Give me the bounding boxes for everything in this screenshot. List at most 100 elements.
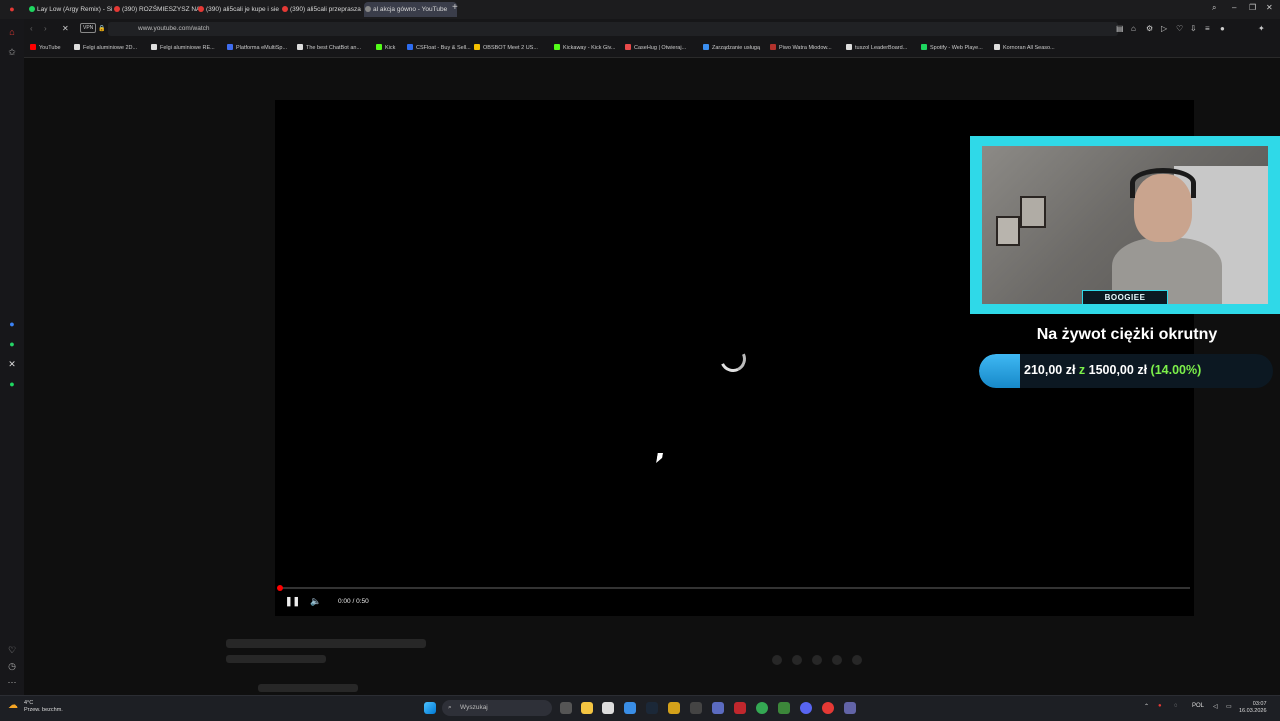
pause-button[interactable]: ❚❚ (285, 596, 300, 607)
clock[interactable]: 03:07 16.03.2026 (1239, 701, 1267, 715)
profile-icon[interactable]: ● (1220, 24, 1225, 33)
url-field[interactable]: 🔒 www.youtube.com/watch (98, 22, 1118, 36)
weather-widget[interactable]: 4°C Przew. bezchm. (24, 700, 63, 714)
messenger-icon[interactable]: ● (7, 319, 17, 329)
bookmark-item[interactable]: Kornoran All Seaso... (994, 44, 1055, 51)
opera-logo-icon[interactable]: ● (7, 4, 17, 14)
tray-chevron-icon[interactable]: ⌃ (1144, 703, 1149, 710)
heart-icon[interactable]: ♡ (1176, 24, 1183, 33)
lock-icon: 🔒 (98, 26, 106, 32)
bookmark-favicon-icon (376, 44, 382, 50)
store-icon[interactable] (602, 702, 614, 714)
bookmark-item[interactable]: Platforma eMultiSp... (227, 44, 287, 51)
goal-percent: (14.00%) (1150, 363, 1202, 377)
bookmark-favicon-icon (770, 44, 776, 50)
history-icon[interactable]: ◷ (7, 661, 17, 671)
progress-knob[interactable] (277, 585, 283, 591)
whatsapp-icon[interactable]: ● (7, 339, 17, 349)
more-icon[interactable]: ⋯ (7, 677, 17, 687)
search-tabs-icon[interactable]: ⌕ (1212, 3, 1216, 13)
spotify-sidebar-icon[interactable]: ● (7, 379, 17, 389)
app-icon-2[interactable] (668, 702, 680, 714)
bookmark-item[interactable]: Felgi aluminiowe RE... (151, 44, 215, 51)
url-text: www.youtube.com/watch (138, 25, 210, 32)
tab-1[interactable]: Lay Low (Argy Remix) - Si (28, 2, 117, 17)
close-button[interactable]: ✕ (1266, 3, 1273, 12)
camera-icon[interactable]: ⌂ (1131, 24, 1136, 33)
bookmark-item[interactable]: The best ChatBot an... (297, 44, 361, 51)
bookmark-item[interactable]: OBSBOT Meet 2 US... (474, 44, 538, 51)
app-icon-1[interactable] (624, 702, 636, 714)
tray-app-icon[interactable]: ● (1158, 703, 1162, 709)
vpn-badge[interactable]: VPN (80, 23, 97, 33)
steam-icon[interactable] (646, 702, 658, 714)
bookmark-item[interactable]: Kickaway - Kick Giv... (554, 44, 615, 51)
teams-icon[interactable] (844, 702, 856, 714)
file-explorer-icon[interactable] (581, 702, 593, 714)
bookmark-label: Felgi aluminiowe 2D... (83, 45, 138, 51)
maximize-button[interactable]: ❐ (1249, 3, 1256, 12)
chrome-icon[interactable] (756, 702, 768, 714)
home-icon[interactable]: ⌂ (7, 27, 17, 37)
tray-network-icon[interactable]: ◌ (1174, 703, 1178, 709)
goal-separator: z (1078, 363, 1086, 377)
progress-bar[interactable] (277, 585, 1190, 591)
bookmark-item[interactable]: CaseHug | Otwieraj... (625, 44, 686, 51)
bookmark-label: Kick (385, 45, 396, 51)
bookmark-item[interactable]: YouTube (30, 44, 61, 51)
bookmark-item[interactable]: Piwo Watra Miodow... (770, 44, 832, 51)
tab-3[interactable]: (390) ali5cali je kupe i sie (197, 2, 286, 17)
xbox-icon[interactable] (778, 702, 790, 714)
bookmark-item[interactable]: CSFloat - Buy & Sell... (407, 44, 471, 51)
bookmark-label: Kornoran All Seaso... (1003, 45, 1055, 51)
back-icon[interactable]: ‹ (30, 24, 33, 33)
battery-icon[interactable]: ▭ (1226, 703, 1232, 710)
spotify-icon (29, 6, 35, 12)
extensions-icon[interactable]: ▤ (1116, 24, 1124, 33)
minimize-button[interactable]: – (1232, 3, 1236, 12)
bookmark-label: CaseHug | Otwieraj... (634, 45, 687, 51)
x-twitter-icon[interactable]: ✕ (7, 359, 17, 369)
bookmark-item[interactable]: Spotify - Web Playe... (921, 44, 983, 51)
bookmark-item[interactable]: Kick (376, 44, 395, 51)
speed-dial-icon[interactable]: ✩ (7, 47, 17, 57)
menu-icon[interactable]: ≡ (1205, 24, 1210, 33)
app-icon-4[interactable] (712, 702, 724, 714)
play-icon[interactable]: ▷ (1161, 24, 1167, 33)
opera-gx-icon[interactable] (734, 702, 746, 714)
app-icon-3[interactable] (690, 702, 702, 714)
app-icon-5[interactable] (822, 702, 834, 714)
donation-goal-text: 210,00 zł z 1500,00 zł (14.00%) (1024, 363, 1201, 377)
title-skeleton (226, 639, 426, 648)
tab-2[interactable]: (390) ROZŚMIESZYSZ NA (113, 2, 202, 17)
bookmark-item[interactable]: tuszol LeaderBoard... (846, 44, 907, 51)
search-icon: ⌕ (448, 704, 452, 711)
tab-5-active[interactable]: al akcja gówno - YouTube (364, 2, 457, 17)
webcam-overlay (970, 136, 1280, 314)
streamer-name-badge: BOOGIEE (1082, 290, 1168, 305)
settings-icon[interactable]: ⚙ (1146, 24, 1153, 33)
bookmark-item[interactable]: Zarządzanie usługą (703, 44, 760, 51)
speaker-icon[interactable]: ◁ (1213, 703, 1218, 710)
bookmark-favicon-icon (227, 44, 233, 50)
start-windows-icon[interactable] (424, 702, 436, 714)
bookmark-item[interactable]: Felgi aluminiowe 2D... (74, 44, 137, 51)
discord-icon[interactable] (800, 702, 812, 714)
volume-icon[interactable]: 🔈 (310, 596, 321, 607)
aria-icon[interactable]: ✦ (1258, 24, 1265, 33)
weather-icon: ☁ (8, 700, 18, 711)
bookmark-label: Piwo Watra Miodow... (779, 45, 832, 51)
forward-icon[interactable]: › (44, 24, 47, 33)
favorites-icon[interactable]: ♡ (7, 645, 17, 655)
language-indicator[interactable]: POL (1192, 703, 1204, 709)
reload-icon[interactable]: ✕ (62, 24, 69, 33)
tab-label: (390) ali5cali przeprasza (290, 6, 361, 13)
cam-headset (1130, 168, 1196, 198)
bookmark-favicon-icon (407, 44, 413, 50)
download-icon[interactable]: ⇩ (1190, 24, 1197, 33)
address-bar: ‹ › ✕ VPN 🔒 www.youtube.com/watch ▤ ⌂ ⚙ … (24, 19, 1280, 40)
task-view-icon[interactable] (560, 702, 572, 714)
new-tab-button[interactable]: + (452, 2, 458, 13)
taskbar-search[interactable]: ⌕ Wyszukaj (442, 700, 552, 716)
tab-4[interactable]: (390) ali5cali przeprasza (281, 2, 370, 17)
